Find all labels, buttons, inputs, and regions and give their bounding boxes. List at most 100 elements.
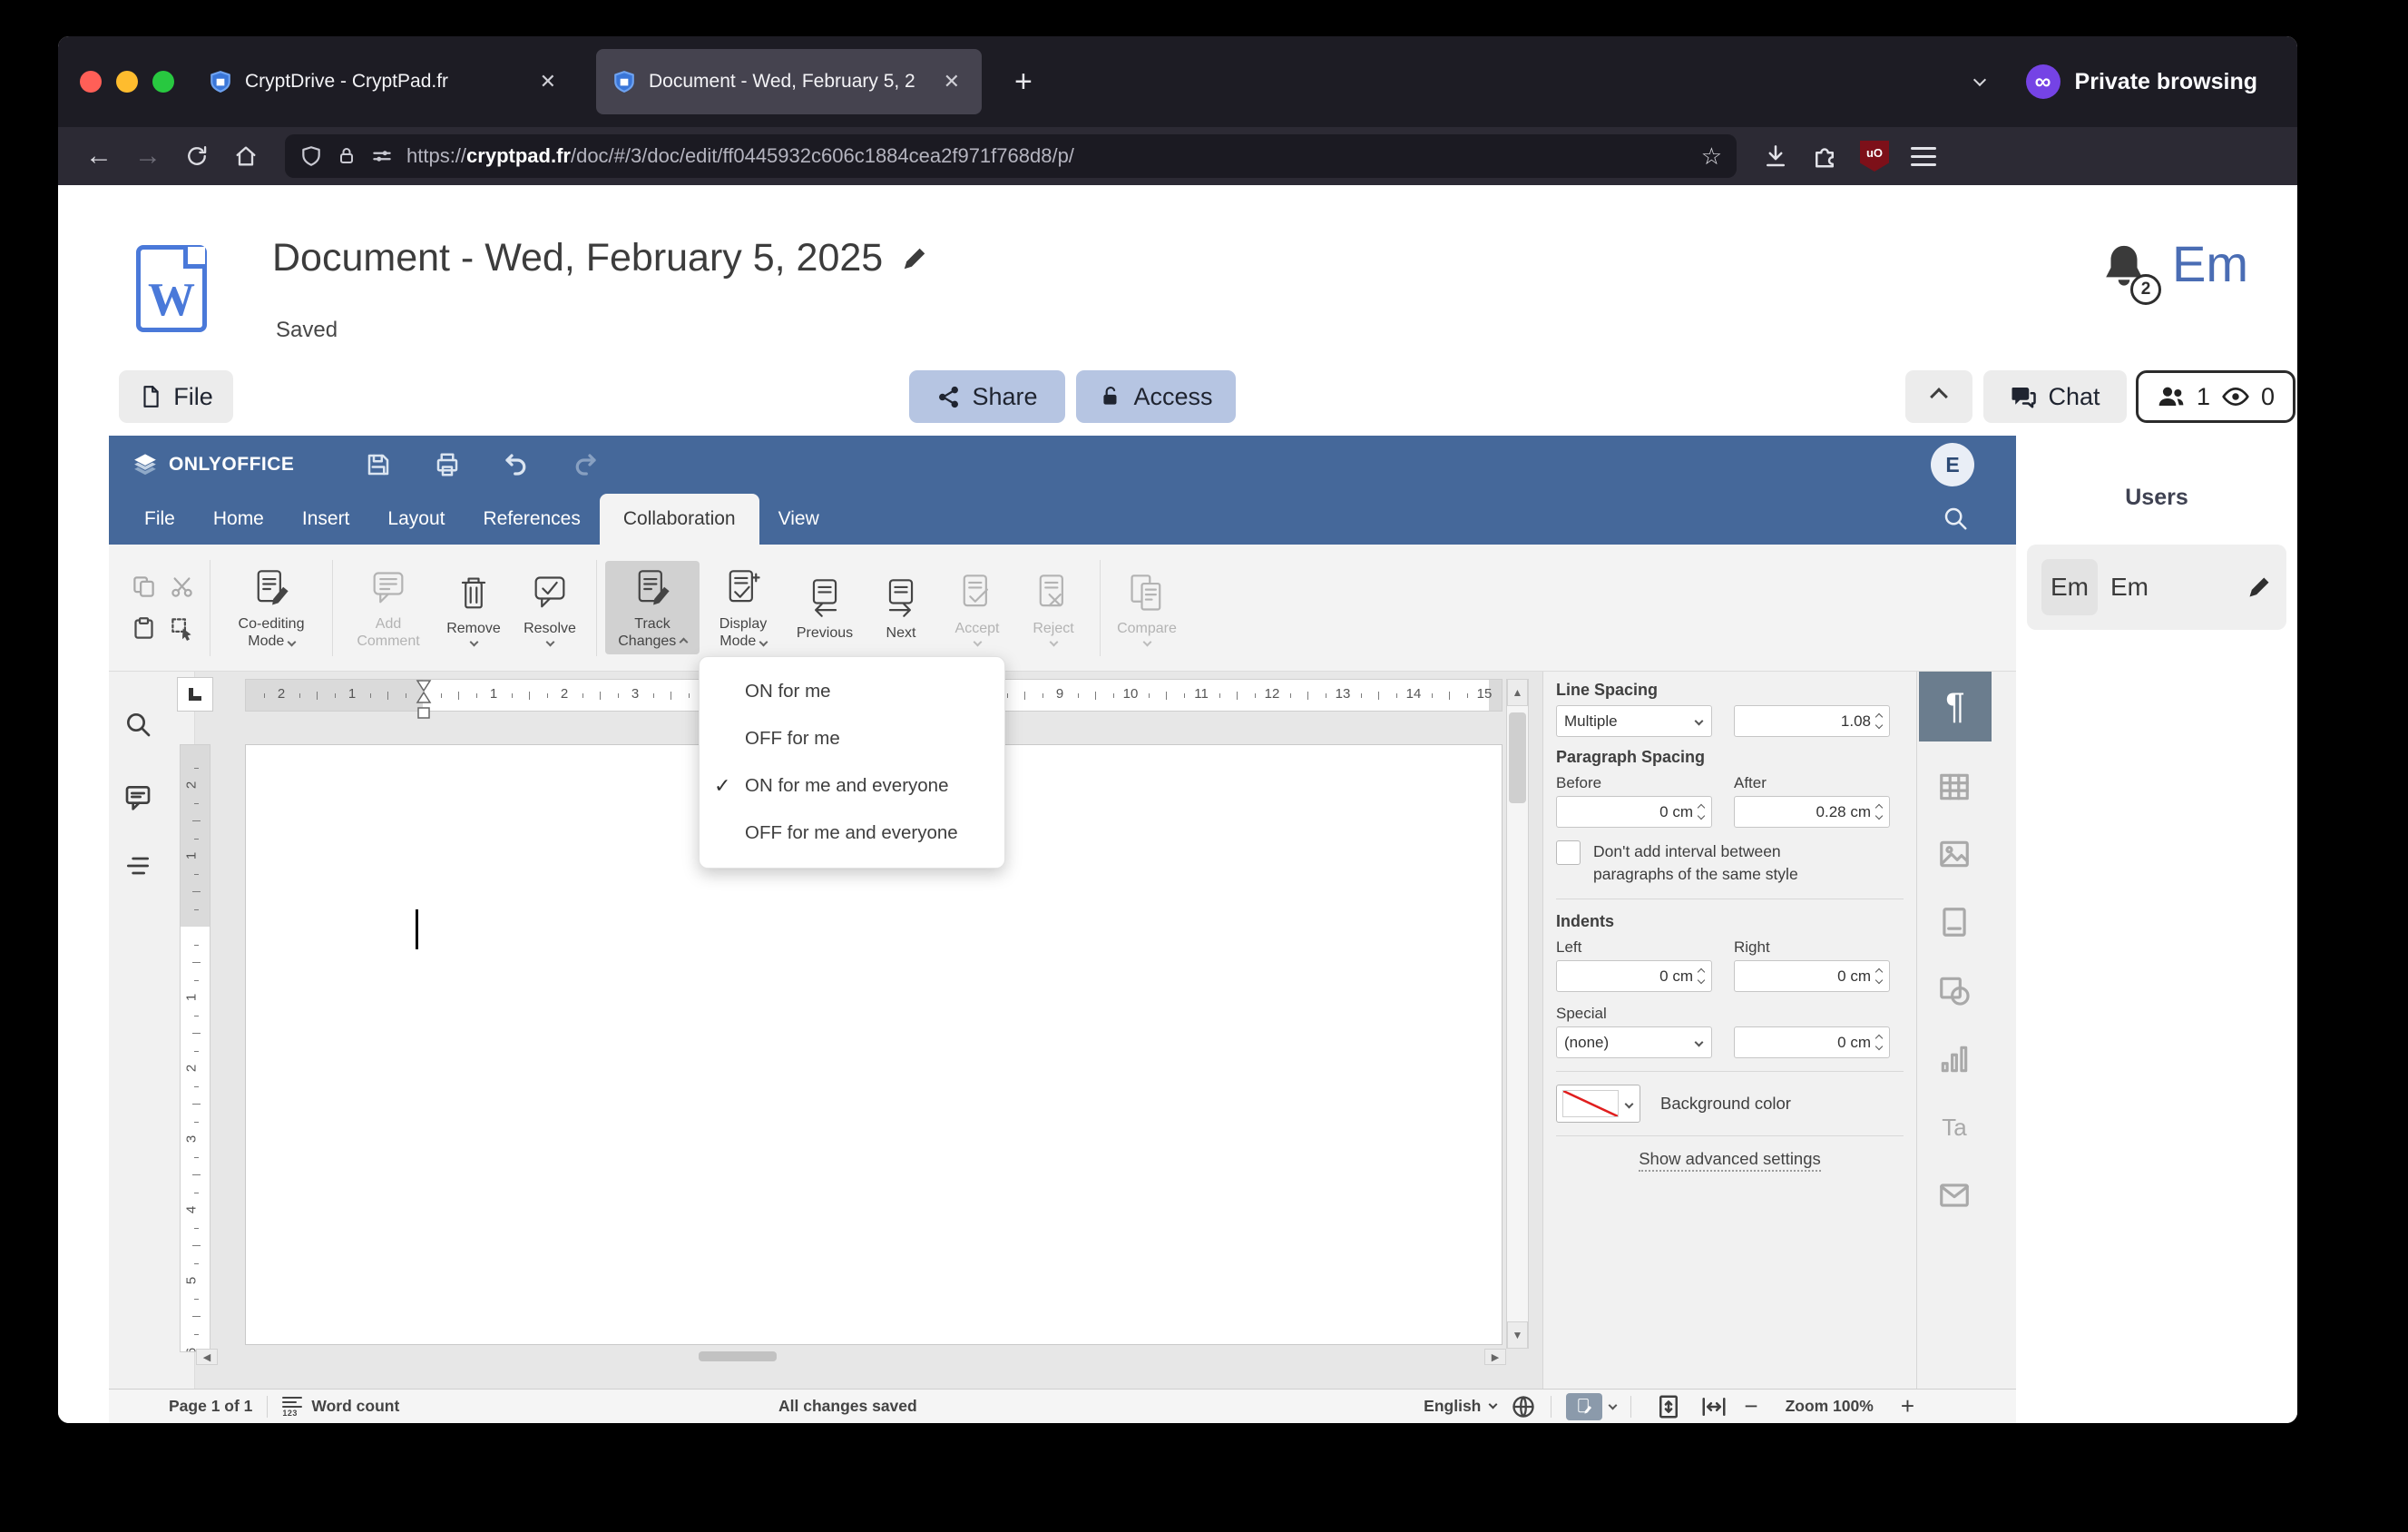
tab-layout[interactable]: Layout [368,494,464,545]
indent-right-spinner[interactable]: 0 cm [1734,960,1890,992]
horizontal-scrollbar[interactable]: ◀ ▶ [196,1349,1506,1365]
horizontal-scroll-thumb[interactable] [699,1351,777,1361]
scroll-down-arrow[interactable]: ▼ [1507,1321,1528,1349]
text-art-settings-tab[interactable]: Ta [1933,1106,1975,1148]
special-indent-select[interactable]: (none) [1556,1026,1712,1058]
special-indent-spinner[interactable]: 0 cm [1734,1026,1890,1058]
tab-insert[interactable]: Insert [283,494,369,545]
tab-view[interactable]: View [759,494,838,545]
url-bar[interactable]: https://cryptpad.fr/doc/#/3/doc/edit/ff0… [285,134,1737,178]
spacing-after-spinner[interactable]: 0.28 cm [1734,796,1890,828]
remove-comment-button[interactable]: Remove [436,565,512,650]
paragraph-settings-tab[interactable]: ¶ [1919,672,1992,741]
reload-button[interactable] [176,135,218,177]
close-window-button[interactable] [80,71,102,93]
chart-settings-tab[interactable] [1933,1038,1975,1080]
background-color-picker[interactable] [1556,1085,1640,1123]
image-settings-tab[interactable] [1933,833,1975,875]
back-button[interactable]: ← [78,135,120,177]
redo-icon[interactable] [572,451,599,478]
save-icon[interactable] [365,451,392,478]
spin-up-icon[interactable] [1875,712,1884,722]
scroll-up-arrow[interactable]: ▲ [1507,679,1528,706]
zoom-level[interactable]: Zoom 100% [1786,1397,1874,1416]
scroll-right-arrow[interactable]: ▶ [1484,1349,1506,1365]
line-spacing-select[interactable]: Multiple [1556,705,1712,737]
advanced-settings-link[interactable]: Show advanced settings [1556,1149,1904,1172]
downloads-icon[interactable] [1762,142,1789,170]
collapse-toolbar-button[interactable] [1905,370,1972,423]
app-menu-icon[interactable] [1911,146,1936,166]
tracking-protection-shield-icon[interactable] [299,144,323,168]
reject-change-button[interactable]: Reject [1015,565,1091,650]
track-menu-item[interactable]: ✓ON for me [700,668,1004,715]
fit-width-button[interactable] [1700,1393,1728,1420]
mail-merge-tab[interactable] [1933,1174,1975,1216]
search-icon[interactable] [1942,505,1969,532]
cut-icon[interactable] [165,569,198,605]
rename-pencil-icon[interactable] [901,245,928,272]
browser-tab-cryptdrive[interactable]: CryptDrive - CryptPad.fr ✕ [192,49,578,114]
indent-left-spinner[interactable]: 0 cm [1556,960,1712,992]
zoom-in-button[interactable]: + [1894,1392,1922,1420]
user-avatar-badge[interactable]: E [1931,443,1974,486]
select-all-icon[interactable] [165,611,198,647]
participants-indicator[interactable]: 1 0 [2136,370,2295,423]
ublock-origin-icon[interactable]: uO [1860,141,1889,172]
coediting-mode-button[interactable]: Co-editing Mode [219,561,324,654]
scroll-left-arrow[interactable]: ◀ [196,1349,218,1365]
next-change-button[interactable]: Next [863,570,939,646]
extensions-puzzle-icon[interactable] [1811,142,1838,170]
vertical-scroll-thumb[interactable] [1509,712,1526,803]
tab-file[interactable]: File [125,494,194,545]
tab-references[interactable]: References [464,494,599,545]
browser-tab-document[interactable]: Document - Wed, February 5, 2 ✕ [596,49,982,114]
find-icon[interactable] [123,710,152,743]
track-menu-item[interactable]: ✓OFF for me and everyone [700,810,1004,857]
file-menu-button[interactable]: File [119,370,233,423]
home-button[interactable] [225,135,267,177]
account-avatar[interactable]: Em [2172,234,2248,293]
spin-down-icon[interactable] [1875,721,1884,730]
word-count-button[interactable]: 123 Word count [282,1396,399,1417]
compare-button[interactable]: Compare [1109,565,1185,650]
edit-name-pencil-icon[interactable] [2246,574,2272,600]
indent-markers[interactable] [415,679,433,724]
zoom-out-button[interactable]: − [1737,1392,1765,1420]
tab-home[interactable]: Home [194,494,283,545]
track-menu-item[interactable]: ✓OFF for me [700,715,1004,762]
language-selector[interactable]: English [1424,1394,1536,1419]
resolve-comment-button[interactable]: Resolve [512,565,588,650]
connection-lock-icon[interactable] [336,145,357,167]
copy-icon[interactable] [127,569,160,605]
spacing-before-spinner[interactable]: 0 cm [1556,796,1712,828]
comments-icon[interactable] [123,782,152,816]
notifications-bell-icon[interactable]: 2 [2098,241,2161,305]
access-button[interactable]: Access [1076,370,1236,423]
list-tabs-chevron-icon[interactable] [1972,73,1986,87]
new-tab-button[interactable]: + [1005,64,1042,100]
track-changes-status-toggle[interactable] [1566,1392,1618,1420]
previous-change-button[interactable]: Previous [787,570,863,646]
track-menu-item[interactable]: ✓ ON for me and everyone [700,762,1004,810]
share-button[interactable]: Share [909,370,1065,423]
tab-stop-selector[interactable] [177,677,213,712]
fit-page-button[interactable] [1655,1393,1682,1420]
chat-button[interactable]: Chat [1983,370,2127,423]
maximize-window-button[interactable] [152,71,174,93]
display-mode-button[interactable]: Display Mode [700,561,787,654]
add-comment-button[interactable]: Add Comment [341,561,436,654]
print-icon[interactable] [434,451,461,478]
bookmark-star-icon[interactable]: ☆ [1701,142,1722,171]
track-changes-button[interactable]: Track Changes [605,561,700,654]
user-list-item[interactable]: Em Em [2027,545,2286,630]
forward-button[interactable]: → [127,135,169,177]
document-title[interactable]: Document - Wed, February 5, 2025 [272,236,883,280]
tab-collaboration[interactable]: Collaboration [599,494,759,545]
undo-icon[interactable] [503,451,530,478]
close-tab-icon[interactable]: ✕ [534,68,562,95]
accept-change-button[interactable]: Accept [939,565,1015,650]
navigation-headings-icon[interactable] [123,851,152,885]
minimize-window-button[interactable] [116,71,138,93]
line-spacing-amount-spinner[interactable]: 1.08 [1734,705,1890,737]
